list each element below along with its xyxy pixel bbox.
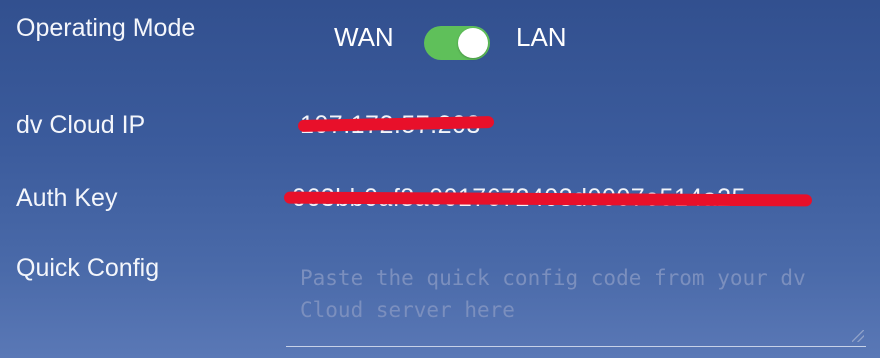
operating-mode-label: Operating Mode (16, 14, 196, 42)
resize-grip-icon[interactable] (852, 330, 864, 342)
quick-config-field (286, 254, 866, 347)
quick-config-textarea[interactable] (286, 254, 866, 346)
toggle-knob (458, 28, 488, 58)
wan-option-label: WAN (334, 22, 394, 52)
operating-mode-toggle[interactable] (424, 26, 490, 60)
lan-option-label: LAN (516, 22, 567, 52)
cloud-ip-label: dv Cloud IP (16, 111, 146, 139)
quick-config-label: Quick Config (16, 254, 160, 282)
auth-key-label: Auth Key (16, 184, 118, 212)
